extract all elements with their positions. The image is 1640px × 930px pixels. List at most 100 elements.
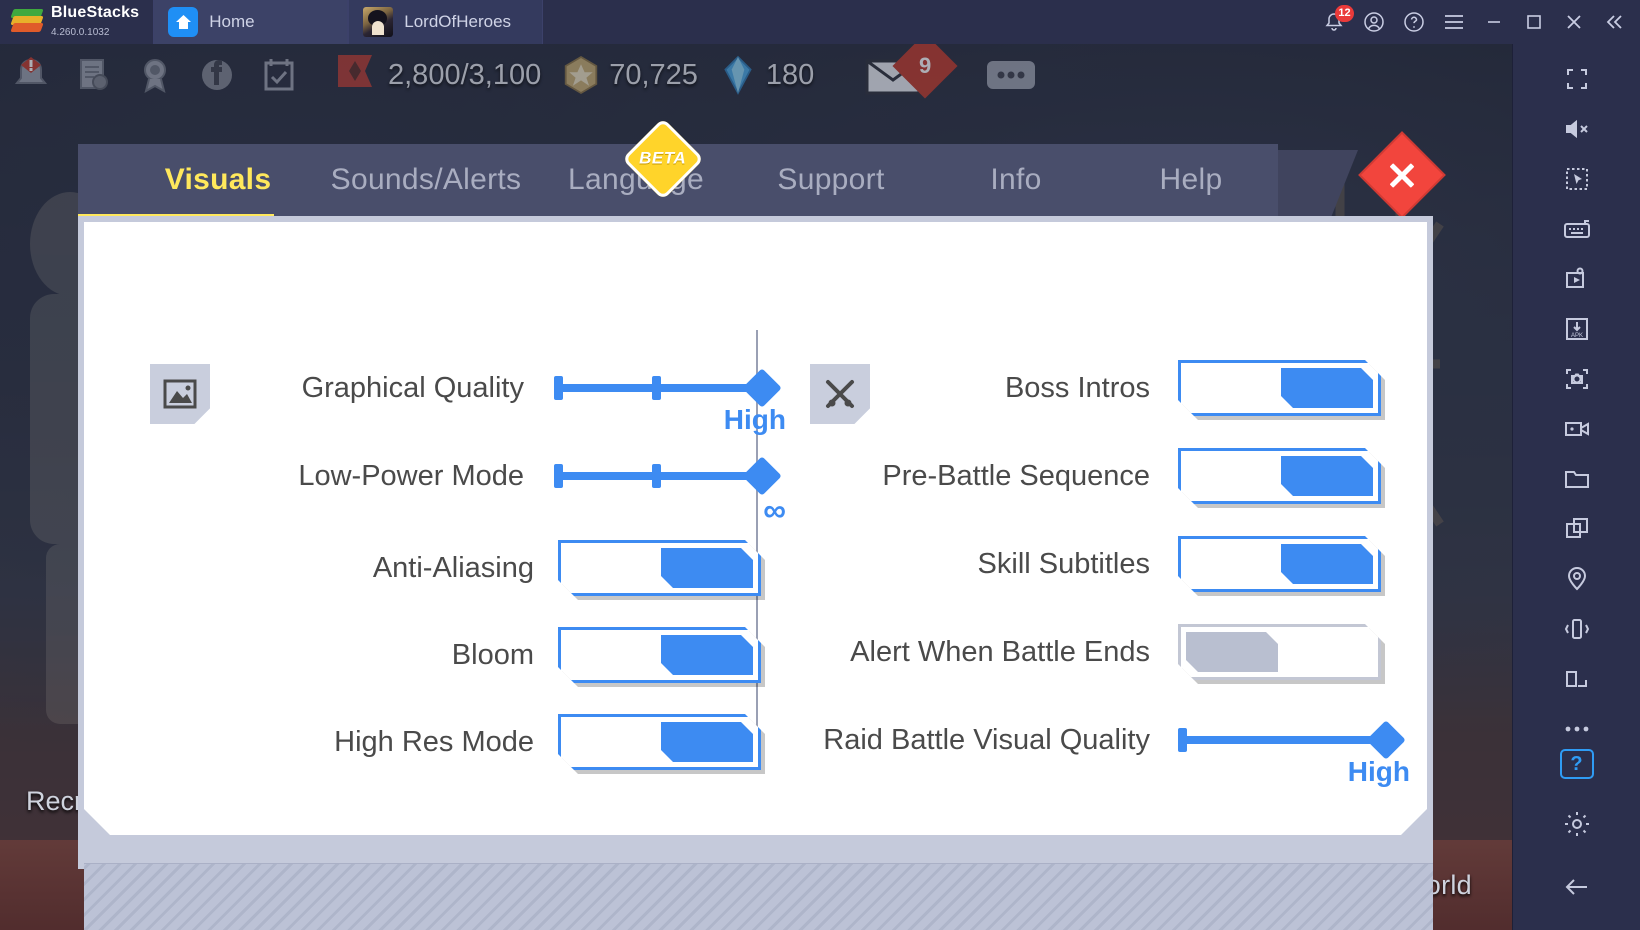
tab-help[interactable]: Help — [1106, 144, 1276, 216]
tab-support[interactable]: Support — [736, 144, 926, 216]
slider-value-low-power-mode: ∞ — [763, 492, 786, 528]
home-icon — [168, 7, 199, 37]
stamina-flag-icon — [338, 55, 372, 87]
toggle-high-res-mode[interactable] — [558, 714, 761, 770]
slider-track — [1178, 736, 1383, 744]
gem-value: 180 — [765, 58, 815, 91]
slider-thumb[interactable] — [742, 368, 782, 408]
toggle-skill-subtitles[interactable] — [1178, 536, 1381, 592]
help-icon[interactable]: ? — [1559, 749, 1594, 780]
alert-bell-icon[interactable] — [0, 47, 62, 103]
toggle-track[interactable] — [558, 540, 761, 596]
stamina-value: 2,800/3,100 — [388, 58, 542, 91]
quest-icon[interactable] — [62, 47, 124, 103]
achievement-icon[interactable] — [124, 47, 186, 103]
record-video-icon[interactable] — [1549, 408, 1605, 449]
rotate-icon[interactable] — [1549, 658, 1605, 699]
slider-start-cap — [1178, 728, 1187, 752]
notifications-button[interactable]: 12 — [1314, 0, 1354, 44]
toggle-knob — [661, 548, 753, 588]
toggle-track[interactable] — [1178, 536, 1381, 592]
keyboard-icon[interactable] — [1549, 208, 1605, 249]
tab-lordofheroes[interactable]: LordOfHeroes — [348, 0, 544, 44]
slider-graphical-quality[interactable]: High — [554, 370, 786, 406]
slider-low-power-mode[interactable]: ∞ — [554, 458, 786, 494]
toggle-knob — [1281, 368, 1373, 408]
folder-icon[interactable] — [1549, 458, 1605, 499]
toggle-track[interactable] — [1178, 360, 1381, 416]
slider-raid-battle-visual-quality[interactable]: High — [1178, 722, 1410, 758]
mail-badge: 9 — [919, 53, 932, 78]
gamepad-icon[interactable] — [1549, 258, 1605, 299]
multi-instance-icon[interactable] — [1549, 508, 1605, 549]
row-skill-subtitles: Skill Subtitles — [810, 536, 1430, 592]
tab-visuals[interactable]: Visuals — [120, 144, 316, 216]
mute-icon[interactable] — [1549, 108, 1605, 149]
toggle-track[interactable] — [558, 714, 761, 770]
row-pre-battle-sequence: Pre-Battle Sequence — [810, 448, 1430, 504]
titlebar-spacer — [543, 0, 1314, 44]
label-raid-battle-visual-quality: Raid Battle Visual Quality — [823, 723, 1150, 756]
shake-icon[interactable] — [1549, 608, 1605, 649]
screenshot-icon[interactable] — [1549, 358, 1605, 399]
slider-mid-tick — [652, 376, 661, 400]
help-icon-label: ? — [1570, 752, 1583, 775]
label-alert-when-battle-ends: Alert When Battle Ends — [850, 635, 1150, 668]
row-high-res-mode: High Res Mode — [184, 714, 804, 770]
tab-home-label: Home — [209, 12, 255, 31]
row-raid-battle-visual-quality: Raid Battle Visual Quality High — [784, 712, 1444, 768]
macro-cursor-icon[interactable] — [1549, 158, 1605, 199]
back-arrow-icon[interactable] — [1549, 867, 1605, 908]
close-icon — [1385, 158, 1419, 192]
bluestacks-version: 4.260.0.1032 — [51, 27, 110, 38]
toggle-boss-intros[interactable] — [1178, 360, 1381, 416]
toggle-track[interactable] — [1178, 624, 1381, 680]
more-dots-icon[interactable] — [1549, 708, 1605, 749]
slider-thumb[interactable] — [742, 456, 782, 496]
slider-value-raid-battle-visual-quality: High — [1347, 756, 1410, 787]
settings-body-frame: Graphical Quality High Low-Power Mode ∞ … — [78, 216, 1433, 869]
slider-thumb[interactable] — [1366, 720, 1406, 760]
account-button[interactable] — [1354, 0, 1394, 44]
titlebar-controls: 12 — [1314, 0, 1640, 44]
tab-sounds-alerts[interactable]: Sounds/Alerts — [316, 144, 536, 216]
toggle-bloom[interactable] — [558, 627, 761, 683]
maximize-button[interactable] — [1514, 0, 1554, 44]
settings-gear-icon[interactable] — [1549, 803, 1605, 844]
label-anti-aliasing: Anti-Aliasing — [372, 551, 534, 584]
label-skill-subtitles: Skill Subtitles — [977, 547, 1150, 580]
mail-icon[interactable]: 9 — [840, 44, 958, 103]
fullscreen-icon[interactable] — [1549, 58, 1605, 99]
row-boss-intros: Boss Intros — [810, 360, 1430, 416]
bluestacks-sidebar: APK ? — [1512, 44, 1640, 930]
collapse-sidebar-button[interactable] — [1594, 0, 1634, 44]
minimize-button[interactable] — [1474, 0, 1514, 44]
bluestacks-logo: BlueStacks 4.260.0.1032 — [0, 0, 153, 44]
window-close-button[interactable] — [1554, 0, 1594, 44]
location-pin-icon[interactable] — [1549, 558, 1605, 599]
gem-resource: 180 — [720, 55, 814, 95]
settings-footer-hatch — [84, 863, 1433, 930]
help-button[interactable] — [1394, 0, 1434, 44]
toggle-track[interactable] — [558, 627, 761, 683]
toggle-knob — [661, 722, 753, 762]
label-pre-battle-sequence: Pre-Battle Sequence — [882, 459, 1150, 492]
beta-badge-label: BETA — [639, 148, 687, 168]
row-bloom: Bloom — [184, 627, 804, 683]
toggle-alert-when-battle-ends[interactable] — [1178, 624, 1381, 680]
row-anti-aliasing: Anti-Aliasing — [184, 540, 804, 596]
svg-text:APK: APK — [1570, 333, 1582, 339]
tab-home[interactable]: Home — [153, 0, 349, 44]
calendar-check-icon[interactable] — [248, 47, 310, 103]
toggle-knob — [1186, 632, 1278, 672]
menu-button[interactable] — [1434, 0, 1474, 44]
toggle-pre-battle-sequence[interactable] — [1178, 448, 1381, 504]
more-icon[interactable] — [980, 47, 1042, 103]
apk-install-icon[interactable]: APK — [1549, 308, 1605, 349]
toggle-track[interactable] — [1178, 448, 1381, 504]
tab-info[interactable]: Info — [926, 144, 1106, 216]
close-dialog-button[interactable] — [1358, 131, 1446, 219]
settings-dialog: Visuals Sounds/Alerts Language Support I… — [78, 117, 1446, 930]
facebook-icon[interactable] — [186, 47, 248, 103]
toggle-anti-aliasing[interactable] — [558, 540, 761, 596]
